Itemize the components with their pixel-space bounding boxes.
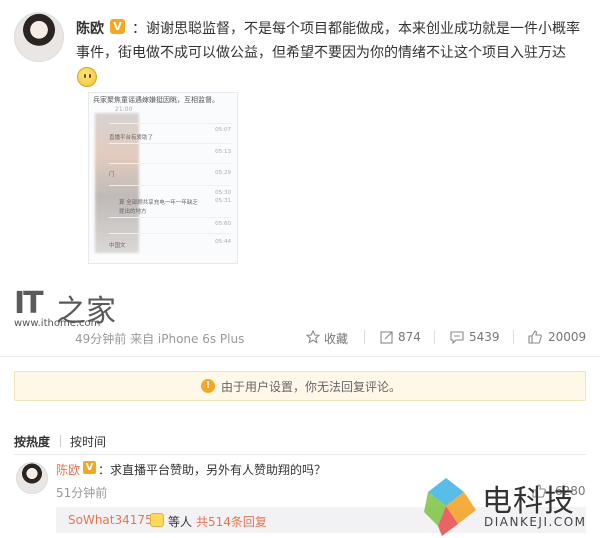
comment-count[interactable]: 5439 xyxy=(469,330,500,344)
share-icon[interactable] xyxy=(380,330,394,344)
image-row-time: 05:31 xyxy=(215,198,231,204)
smile-emoji-icon xyxy=(77,67,97,87)
reply-disabled-notice: ! 由于用户设置，你无法回复评论。 xyxy=(14,371,586,401)
comment-icon[interactable] xyxy=(450,330,464,344)
image-divider xyxy=(109,233,231,234)
tabs-divider xyxy=(14,454,586,455)
post-image[interactable]: 兵家聚焦童谣遇嫁嫌挺因眺，互相监督。 21:00 直播平台有爱助了 05:07 … xyxy=(88,92,238,264)
favorite-button[interactable]: 收藏 xyxy=(324,330,348,347)
image-row-time: 05:60 xyxy=(215,221,231,227)
thumbs-up-icon[interactable] xyxy=(528,330,542,344)
section-divider xyxy=(0,356,600,357)
notice-text: 由于用户设置，你无法回复评论。 xyxy=(221,380,402,394)
post-avatar[interactable] xyxy=(14,12,64,62)
watermark-logo: IT xyxy=(14,286,44,321)
tab-sort-time[interactable]: 按时间 xyxy=(70,433,106,450)
verified-badge-icon: V xyxy=(83,461,96,474)
image-row-text: 直播平台有爱助了 xyxy=(109,135,154,141)
post-text: ：谢谢思聪监督，不是每个项目都能做成，本来创业成功就是一件小概率事件，街电做不成… xyxy=(76,21,580,61)
reply-count-link[interactable]: 共514条回复 xyxy=(196,513,267,530)
site-logo-url: DIANKEJI.COM xyxy=(484,515,587,529)
user-avatar-icon xyxy=(150,513,164,527)
image-header-text: 兵家聚焦童谣遇嫁嫌挺因眺，互相监督。 xyxy=(93,96,219,104)
verified-badge-icon: V xyxy=(110,19,125,34)
tab-sort-hot[interactable]: 按热度 xyxy=(14,433,50,450)
image-row-text: 算 全部顾共享充电一年一年缺乏 xyxy=(119,200,198,206)
image-row-text: 中国文 xyxy=(109,243,126,249)
post-meta: 49分钟前 来自 iPhone 6s Plus xyxy=(75,332,245,346)
image-row-text: 门 xyxy=(109,172,115,178)
image-row-time: 05:30 xyxy=(215,190,231,196)
star-icon[interactable] xyxy=(306,330,320,344)
site-logo-text: 电科技 xyxy=(482,484,575,519)
reply-user[interactable]: SoWhat34175 xyxy=(68,513,153,527)
image-divider xyxy=(109,143,231,144)
image-divider xyxy=(109,217,231,218)
post-author[interactable]: 陈欧 xyxy=(76,18,104,38)
image-row-time: 05:44 xyxy=(215,239,231,245)
comment-time: 51分钟前 xyxy=(56,486,108,500)
tab-separator xyxy=(60,435,61,447)
comment-author[interactable]: 陈欧 xyxy=(56,461,80,478)
warning-icon: ! xyxy=(201,379,215,393)
image-row-text: 提出的地方 xyxy=(119,209,147,215)
image-row-time: 05:07 xyxy=(215,127,231,133)
image-row-time: 05:29 xyxy=(215,170,231,176)
comment-text: ：求直播平台赞助，另外有人赞助翔的吗？ xyxy=(98,463,327,477)
action-separator xyxy=(364,330,365,344)
comment-avatar[interactable] xyxy=(16,462,48,494)
image-row-time: 05:13 xyxy=(215,149,231,155)
action-separator xyxy=(434,330,435,344)
like-count[interactable]: 20009 xyxy=(548,330,586,344)
share-count[interactable]: 874 xyxy=(398,330,421,344)
reply-mid-text: 等人 xyxy=(168,515,193,529)
image-divider xyxy=(109,185,231,186)
image-divider xyxy=(109,123,231,124)
image-sub-time: 21:00 xyxy=(115,106,133,113)
watermark-url: www.ithome.com xyxy=(14,318,101,329)
image-divider xyxy=(109,163,231,164)
action-separator xyxy=(513,330,514,344)
